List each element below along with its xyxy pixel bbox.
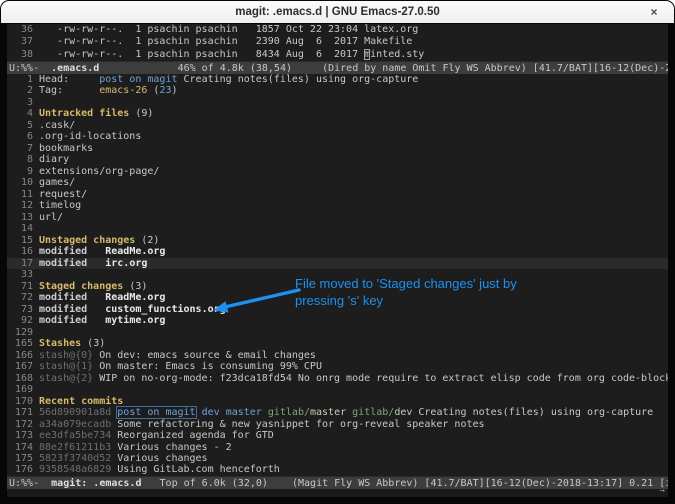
buffer-line[interactable]: 167stash@{1} On master: Emacs is consumi…: [7, 361, 668, 372]
annotation-text: File moved to 'Staged changes' just bypr…: [295, 275, 517, 309]
buffer-line[interactable]: 3: [7, 97, 668, 108]
line-number: 13: [15, 212, 33, 223]
line-number: 92: [15, 315, 33, 326]
buffer-line[interactable]: 9extensions/org-page/: [7, 166, 668, 177]
line-number: 171: [15, 407, 33, 418]
line-number: 6: [15, 131, 33, 142]
line-number: 176: [15, 464, 33, 475]
buffer-line[interactable]: 17156d890901a8d post on magit dev master…: [7, 407, 668, 418]
line-number: 14: [15, 223, 33, 234]
line-number: 11: [15, 189, 33, 200]
buffer-line[interactable]: 6.org-id-locations: [7, 131, 668, 142]
buffer-line[interactable]: 2Tag: emacs-26 (23): [7, 85, 668, 96]
buffer-line[interactable]: 1755823f3740d52 Various changes: [7, 453, 668, 464]
buffer-line[interactable]: 16modified ReadMe.org: [7, 246, 668, 257]
line-number: 175: [15, 453, 33, 464]
buffer-line[interactable]: 5.cask/: [7, 120, 668, 131]
echo-area: →: [7, 489, 668, 497]
buffer-line[interactable]: 11request/: [7, 189, 668, 200]
annotation-arrow-icon: [207, 282, 307, 318]
line-number: 17: [15, 258, 33, 269]
line-number: 12: [15, 200, 33, 211]
buffer-line[interactable]: 1769358548a6829 Using GitLab.com hencefo…: [7, 464, 668, 475]
truncation-arrow-icon: →: [660, 486, 665, 496]
line-number: 167: [15, 361, 33, 372]
line-number: 5: [15, 120, 33, 131]
line-number: 166: [15, 350, 33, 361]
line-number: 168: [15, 373, 33, 384]
line-number: 172: [15, 419, 33, 430]
window-title: magit: .emacs.d | GNU Emacs-27.0.50: [235, 6, 440, 18]
buffer-line[interactable]: 166stash@{0} On dev: emacs source & emai…: [7, 350, 668, 361]
line-number: 174: [15, 442, 33, 453]
line-number: 4: [15, 108, 33, 119]
buffer-line[interactable]: 173ee3dfa5be734 Reorganized agenda for G…: [7, 430, 668, 441]
buffer-line[interactable]: 165Stashes (3): [7, 338, 668, 349]
line-number: 36: [15, 24, 33, 36]
line-number: 1: [15, 74, 33, 85]
line-number: 169: [15, 384, 33, 395]
line-number: 8: [15, 154, 33, 165]
emacs-frame: 36 -rw-rw-r--. 1 psachin psachin 1857 Oc…: [7, 24, 668, 497]
buffer-line[interactable]: 169: [7, 384, 668, 395]
line-number: 71: [15, 281, 33, 292]
line-number: 2: [15, 85, 33, 96]
buffer-line[interactable]: 37 -rw-rw-r--. 1 psachin psachin 2390 Au…: [7, 36, 668, 48]
line-number: 165: [15, 338, 33, 349]
buffer-line[interactable]: 92modified mytime.org: [7, 315, 668, 326]
line-number: 9: [15, 166, 33, 177]
dired-buffer[interactable]: 36 -rw-rw-r--. 1 psachin psachin 1857 Oc…: [7, 24, 668, 61]
modeline-magit: U:%%- magit: .emacs.d Top of 6.0k (32,0)…: [7, 476, 668, 489]
buffer-line[interactable]: 17modified irc.org: [7, 258, 668, 269]
line-number: 37: [15, 36, 33, 48]
modeline-dired: U:%%- .emacs.d 46% of 4.8k (38,54) (Dire…: [7, 61, 668, 74]
buffer-line[interactable]: 17488e2f61211b3 Various changes - 2: [7, 442, 668, 453]
line-number: 129: [15, 327, 33, 338]
close-icon[interactable]: ×: [646, 4, 662, 20]
buffer-line[interactable]: 36 -rw-rw-r--. 1 psachin psachin 1857 Oc…: [7, 24, 668, 36]
buffer-line[interactable]: 129: [7, 327, 668, 338]
line-number: 170: [15, 396, 33, 407]
emacs-window: magit: .emacs.d | GNU Emacs-27.0.50 × 36…: [0, 0, 675, 504]
buffer-line[interactable]: 170Recent commits: [7, 396, 668, 407]
line-number: 173: [15, 430, 33, 441]
title-bar: magit: .emacs.d | GNU Emacs-27.0.50 ×: [1, 1, 674, 23]
buffer-line[interactable]: 8diary: [7, 154, 668, 165]
line-number: 72: [15, 292, 33, 303]
line-number: 16: [15, 246, 33, 257]
buffer-line[interactable]: 172a34a079ecadb Some refactoring & new y…: [7, 419, 668, 430]
line-number: 38: [15, 49, 33, 61]
buffer-line[interactable]: 1Head: post on magit Creating notes(file…: [7, 74, 668, 85]
buffer-line[interactable]: 10games/: [7, 177, 668, 188]
line-number: 73: [15, 304, 33, 315]
line-number: 10: [15, 177, 33, 188]
buffer-line[interactable]: 38 -rw-rw-r--. 1 psachin psachin 8434 Au…: [7, 49, 668, 61]
buffer-line[interactable]: 14: [7, 223, 668, 234]
buffer-line[interactable]: 12timelog: [7, 200, 668, 211]
buffer-line[interactable]: 15Unstaged changes (2): [7, 235, 668, 246]
buffer-line[interactable]: 13url/: [7, 212, 668, 223]
buffer-line[interactable]: 7bookmarks: [7, 143, 668, 154]
line-number: 15: [15, 235, 33, 246]
line-number: 33: [15, 269, 33, 280]
buffer-line[interactable]: 4Untracked files (9): [7, 108, 668, 119]
line-number: 3: [15, 97, 33, 108]
line-number: 7: [15, 143, 33, 154]
buffer-line[interactable]: 168stash@{2} WIP on no-org-mode: f23dca1…: [7, 373, 668, 384]
